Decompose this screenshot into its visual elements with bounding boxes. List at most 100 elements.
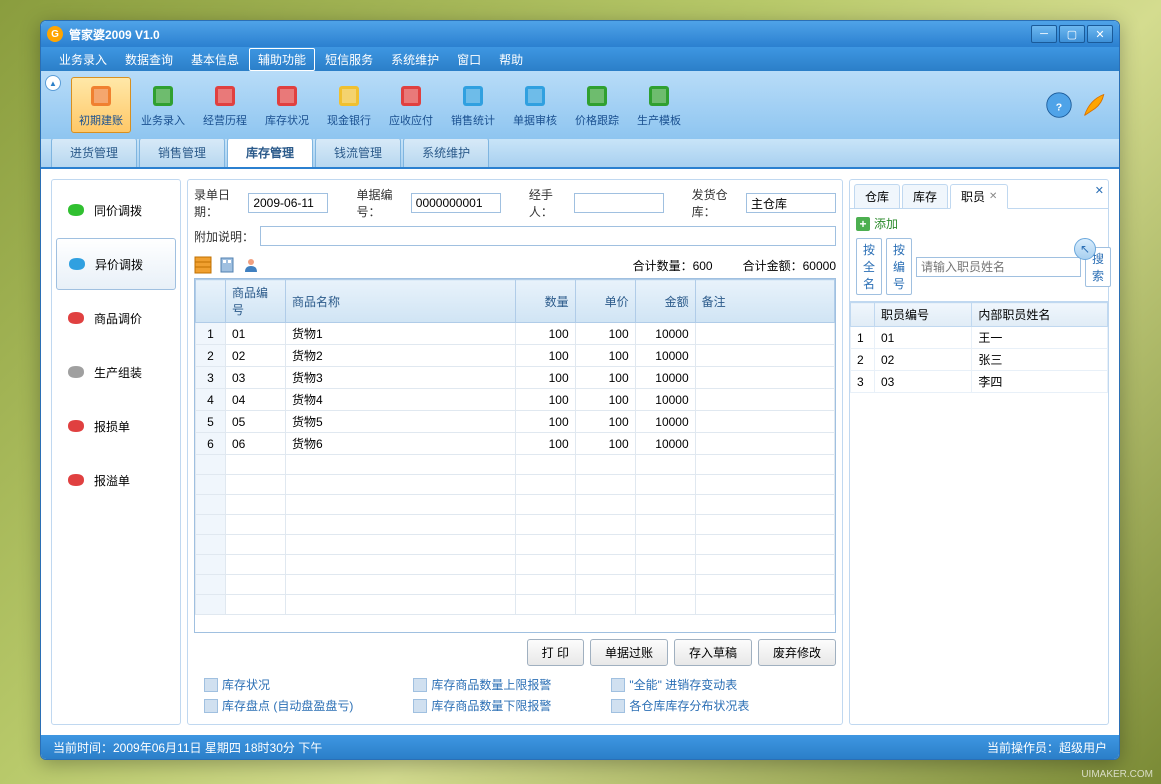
col-header-6[interactable]: 备注 (695, 280, 834, 323)
menu-5[interactable]: 系统维护 (383, 49, 447, 70)
col-header-3[interactable]: 数量 (515, 280, 575, 323)
quick-link[interactable]: 库存盘点 (自动盘盈盘亏) (204, 697, 353, 714)
menu-0[interactable]: 业务录入 (51, 49, 115, 70)
filter-code-button[interactable]: 按编号 (886, 238, 912, 295)
table-row[interactable]: 404货物410010010000 (196, 389, 835, 411)
svg-text:?: ? (1056, 101, 1062, 113)
panel-close-icon[interactable]: ✕ (1095, 184, 1104, 197)
tab-close-icon[interactable]: ✕ (989, 191, 997, 202)
employee-row[interactable]: 303李四 (851, 371, 1108, 393)
menu-7[interactable]: 帮助 (491, 49, 531, 70)
menu-1[interactable]: 数据查询 (117, 49, 181, 70)
building-icon[interactable] (218, 256, 236, 274)
table-row-empty[interactable] (196, 475, 835, 495)
table-row-empty[interactable] (196, 495, 835, 515)
quick-link[interactable]: 库存商品数量下限报警 (413, 697, 551, 714)
date-input[interactable] (248, 193, 328, 213)
sidebar-item-4[interactable]: 报损单 (56, 400, 176, 452)
tool-1[interactable]: 业务录入 (133, 77, 193, 133)
docno-input[interactable] (411, 193, 501, 213)
col-header-0[interactable] (196, 280, 226, 323)
grid-icon[interactable] (194, 256, 212, 274)
sidebar-item-5[interactable]: 报溢单 (56, 454, 176, 506)
col-header-5[interactable]: 金额 (635, 280, 695, 323)
table-row-empty[interactable] (196, 515, 835, 535)
tool-8[interactable]: 价格跟踪 (567, 77, 627, 133)
tool-2[interactable]: 经营历程 (195, 77, 255, 133)
discard-button[interactable]: 废弃修改 (758, 639, 836, 666)
col-header-2[interactable]: 商品名称 (286, 280, 516, 323)
maintab-4[interactable]: 系统维护 (403, 137, 489, 167)
menu-2[interactable]: 基本信息 (183, 49, 247, 70)
print-button[interactable]: 打 印 (527, 639, 584, 666)
table-row[interactable]: 606货物610010010000 (196, 433, 835, 455)
quick-link[interactable]: 库存商品数量上限报警 (413, 676, 551, 693)
table-row[interactable]: 202货物210010010000 (196, 345, 835, 367)
quick-link[interactable]: 各仓库库存分布状况表 (611, 697, 749, 714)
maintab-1[interactable]: 销售管理 (139, 137, 225, 167)
quick-link[interactable]: 库存状况 (204, 676, 353, 693)
tool-6[interactable]: 销售统计 (443, 77, 503, 133)
tool-3[interactable]: 库存状况 (257, 77, 317, 133)
feather-icon[interactable] (1081, 91, 1109, 119)
rcol-header-0[interactable] (851, 303, 875, 327)
rtab-2[interactable]: 职员 ✕ (950, 184, 1008, 209)
tool-0[interactable]: 初期建账 (71, 77, 131, 133)
menu-3[interactable]: 辅助功能 (249, 48, 315, 71)
amt-sum-label: 合计金额： (743, 259, 803, 273)
tool-7[interactable]: 单据审核 (505, 77, 565, 133)
help-icon[interactable]: ? (1045, 91, 1073, 119)
maintab-0[interactable]: 进货管理 (51, 137, 137, 167)
post-button[interactable]: 单据过账 (590, 639, 668, 666)
table-row-empty[interactable] (196, 575, 835, 595)
table-row-empty[interactable] (196, 555, 835, 575)
main-tabs: 进货管理销售管理库存管理钱流管理系统维护 (41, 139, 1119, 169)
warehouse-input[interactable] (746, 193, 836, 213)
maximize-button[interactable]: ▢ (1059, 25, 1085, 43)
minimize-button[interactable]: ─ (1031, 25, 1057, 43)
sidebar-item-1[interactable]: 异价调拨 (56, 238, 176, 290)
handler-input[interactable] (574, 193, 664, 213)
toolbar-collapse-icon[interactable]: ▲ (45, 75, 61, 91)
table-row[interactable]: 101货物110010010000 (196, 323, 835, 345)
sidebar-item-2[interactable]: 商品调价 (56, 292, 176, 344)
search-input[interactable] (916, 257, 1081, 277)
sidebar-item-3[interactable]: 生产组装 (56, 346, 176, 398)
employee-row[interactable]: 202张三 (851, 349, 1108, 371)
rtab-1[interactable]: 库存 (902, 184, 948, 208)
table-row-empty[interactable] (196, 455, 835, 475)
link-icon (413, 678, 427, 692)
sidebar: 同价调拨异价调拨商品调价生产组装报损单报溢单 (51, 179, 181, 725)
employee-grid[interactable]: 职员编号内部职员姓名101王一202张三303李四 ↖ (850, 301, 1108, 724)
quick-link[interactable]: "全能" 进销存变动表 (611, 676, 749, 693)
save-draft-button[interactable]: 存入草稿 (674, 639, 752, 666)
add-button[interactable]: + 添加 (850, 209, 1108, 238)
status-time: 当前时间：2009年06月11日 星期四 18时30分 下午 (53, 739, 322, 756)
menu-6[interactable]: 窗口 (449, 49, 489, 70)
close-button[interactable]: ✕ (1087, 25, 1113, 43)
table-row[interactable]: 505货物510010010000 (196, 411, 835, 433)
tool-9[interactable]: 生产模板 (629, 77, 689, 133)
rcol-header-1[interactable]: 职员编号 (875, 303, 972, 327)
sidebar-item-0[interactable]: 同价调拨 (56, 184, 176, 236)
plus-icon: + (856, 217, 870, 231)
employee-row[interactable]: 101王一 (851, 327, 1108, 349)
goods-grid[interactable]: 商品编号商品名称数量单价金额备注101货物110010010000202货物21… (194, 278, 836, 633)
table-row[interactable]: 303货物310010010000 (196, 367, 835, 389)
table-row-empty[interactable] (196, 535, 835, 555)
tool-icon-3 (273, 82, 301, 110)
tool-4[interactable]: 现金银行 (319, 77, 379, 133)
table-row-empty[interactable] (196, 595, 835, 615)
menu-4[interactable]: 短信服务 (317, 49, 381, 70)
maintab-3[interactable]: 钱流管理 (315, 137, 401, 167)
col-header-1[interactable]: 商品编号 (226, 280, 286, 323)
col-header-4[interactable]: 单价 (575, 280, 635, 323)
side-icon-5 (66, 470, 86, 490)
rcol-header-2[interactable]: 内部职员姓名 (972, 303, 1108, 327)
maintab-2[interactable]: 库存管理 (227, 137, 313, 167)
filter-fullname-button[interactable]: 按全名 (856, 238, 882, 295)
note-input[interactable] (260, 226, 836, 246)
rtab-0[interactable]: 仓库 (854, 184, 900, 208)
person-icon[interactable] (242, 256, 260, 274)
tool-5[interactable]: 应收应付 (381, 77, 441, 133)
